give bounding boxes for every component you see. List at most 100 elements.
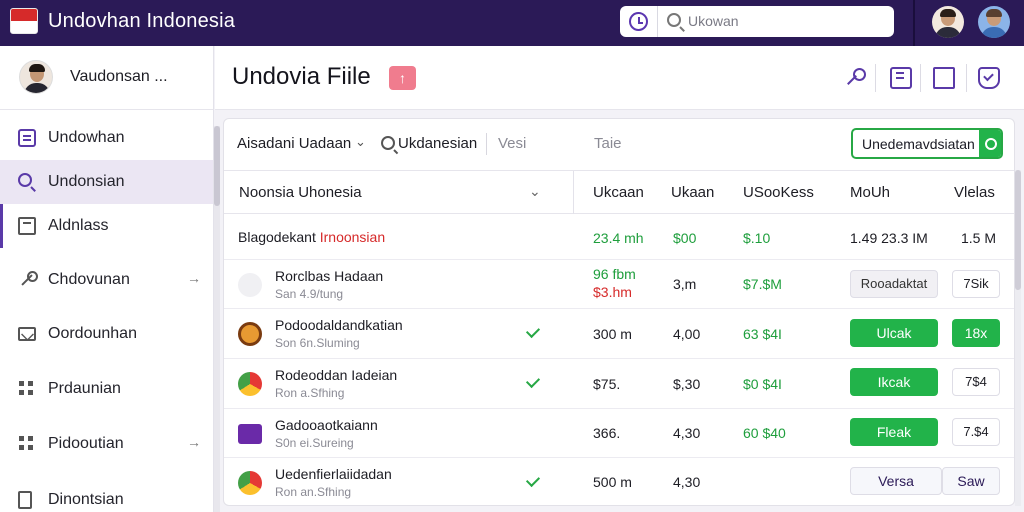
sidebar-item-aldnlass[interactable]: Aldnlass — [0, 204, 213, 248]
row-value: $0 $4I — [743, 376, 782, 392]
sidebar-item-undowhan[interactable]: Undowhan — [0, 116, 213, 160]
sidebar-scrollbar[interactable] — [214, 126, 220, 512]
sidebar-item-oordounhan[interactable]: Oordounhan — [0, 312, 213, 356]
row-value: 63 $4I — [743, 326, 782, 342]
sidebar-item-prdaunian[interactable]: Prdaunian — [0, 367, 213, 411]
list-icon — [18, 129, 36, 147]
sidebar-item-label: Dinontsian — [48, 491, 124, 508]
row-value: 300 m — [593, 326, 632, 342]
row-value: $3.hm — [593, 284, 632, 300]
app-title: Undovhan Indonesia — [48, 10, 236, 32]
header-divider — [920, 64, 921, 92]
page-header: Undovia Fiile ↑ — [215, 46, 1024, 110]
app-purple-icon — [238, 424, 262, 444]
summary-label-text: Blagodekant — [238, 229, 316, 245]
filter-divider — [486, 133, 487, 155]
secondary-avatar[interactable] — [978, 6, 1010, 38]
wrench-icon — [18, 271, 38, 289]
table-row[interactable]: Rodeoddan Iadeian Ron a.Sfhing $75. $,30… — [224, 359, 1014, 409]
sidebar-item-label: Undonsian — [48, 173, 125, 190]
table-row[interactable]: Gadooaotkaiann S0n ei.Sureing 366. 4,30 … — [224, 409, 1014, 458]
row-value: 4,30 — [673, 474, 701, 490]
row-value: 366. — [593, 425, 621, 441]
row-action-button[interactable]: Versa — [850, 467, 942, 495]
row-value: 3,m — [673, 276, 697, 292]
column-header[interactable]: USooKess — [743, 184, 814, 201]
user-name: Vaudonsan ... — [70, 68, 168, 85]
summary-value: $00 — [673, 230, 697, 246]
chevron-down-icon[interactable]: ⌄ — [355, 134, 366, 150]
column-divider — [573, 171, 574, 214]
summary-value: 23.4 mh — [593, 230, 644, 246]
sidebar-item-label: Chdovunan — [48, 271, 130, 288]
sidebar-item-chdovunan[interactable]: Chdovunan → — [0, 258, 213, 302]
row-value: $75. — [593, 376, 621, 392]
row-title: Rorclbas Hadaan — [275, 268, 384, 284]
table-header: Noonsia Uhonesia ⌄ Ukcaan Ukaan USooKess… — [224, 171, 1014, 214]
filter-search-input[interactable]: Ukdanesian — [398, 135, 477, 152]
clipboard-icon[interactable] — [890, 67, 912, 89]
sidebar-item-undonsian[interactable]: Undonsian — [0, 160, 213, 204]
column-header[interactable]: Vlelas — [954, 184, 995, 201]
document-icon — [18, 491, 32, 509]
main-panel: Aisadani Uadaan ⌄ Ukdanesian Vesi Taie U… — [223, 118, 1015, 506]
column-header[interactable]: Ukcaan — [593, 184, 644, 201]
search-box[interactable] — [620, 6, 894, 37]
filter-tale[interactable]: Taie — [594, 135, 622, 152]
filter-vers[interactable]: Vesi — [498, 135, 526, 152]
status-badge[interactable]: ↑ — [389, 66, 416, 90]
search-icon — [18, 173, 32, 187]
search-icon — [667, 13, 681, 27]
shield-check-icon[interactable] — [978, 67, 1000, 89]
row-secondary-button[interactable]: Saw — [942, 467, 1000, 495]
row-action-button[interactable]: Ulcak — [850, 319, 938, 347]
table-row[interactable]: Podoodaldandkatian Son 6n.Sluming 300 m … — [224, 309, 1014, 359]
app-chrome-icon — [238, 471, 262, 495]
column-header[interactable]: Noonsia Uhonesia — [239, 184, 362, 201]
row-action-button[interactable]: Fleak — [850, 418, 938, 446]
column-header[interactable]: Ukaan — [671, 184, 714, 201]
scrollbar-thumb[interactable] — [214, 126, 220, 206]
row-secondary-button[interactable]: 18x — [952, 319, 1000, 347]
row-title: Gadooaotkaiann — [275, 417, 378, 433]
app-grey-icon — [238, 273, 262, 297]
row-value: 4,00 — [673, 326, 701, 342]
summary-value: $.10 — [743, 230, 771, 246]
history-icon[interactable] — [629, 12, 648, 31]
column-header[interactable]: MoUh — [850, 184, 890, 201]
pin-icon[interactable] — [844, 67, 866, 89]
primary-action-button[interactable]: Unedemavdsiatan — [851, 128, 1003, 159]
page-title: Undovia Fiile — [232, 63, 371, 90]
table-summary-row[interactable]: Blagodekant Irnoonsian 23.4 mh $00 $.10 … — [224, 214, 1014, 260]
sidebar: Vaudonsan ... Undowhan Undonsian Aldnlas… — [0, 46, 214, 512]
sidebar-item-dinontsian[interactable]: Dinontsian — [0, 478, 213, 512]
row-secondary-button[interactable]: 7Sik — [952, 270, 1000, 298]
row-action-button[interactable]: Ikcak — [850, 368, 938, 396]
sidebar-item-label: Prdaunian — [48, 380, 121, 397]
window-icon[interactable] — [933, 67, 955, 89]
summary-value: 1.49 23.3 IM — [850, 230, 928, 246]
indonesia-flag-icon — [10, 8, 38, 34]
row-action-button[interactable]: Rooadaktat — [850, 270, 938, 298]
row-secondary-button[interactable]: 7$4 — [952, 368, 1000, 396]
search-input[interactable] — [688, 11, 884, 31]
sidebar-user[interactable]: Vaudonsan ... — [0, 46, 213, 110]
row-subtitle: S0n ei.Sureing — [275, 436, 354, 450]
sidebar-item-pidooutian[interactable]: Pidooutian → — [0, 422, 213, 466]
app-chrome-icon — [238, 372, 262, 396]
summary-label-highlight: Irnoonsian — [319, 229, 386, 245]
header-divider — [875, 64, 876, 92]
table-row[interactable]: Rorclbas Hadaan San 4.9/tung 96 fbm $3.h… — [224, 260, 1014, 309]
arrow-right-icon: → — [187, 434, 201, 450]
scrollbar-thumb[interactable] — [1015, 170, 1021, 290]
arrow-right-icon: → — [187, 270, 201, 286]
filter-select[interactable]: Aisadani Uadaan — [237, 135, 351, 152]
search-icon[interactable] — [979, 130, 1001, 157]
row-title: Uedenfierlaiidadan — [275, 466, 392, 482]
user-avatar-top[interactable] — [932, 6, 964, 38]
table-row[interactable]: Uedenfierlaiidadan Ron an.Sfhing 500 m 4… — [224, 458, 1014, 505]
row-subtitle: San 4.9/tung — [275, 287, 344, 301]
panel-scrollbar[interactable] — [1015, 170, 1021, 506]
row-secondary-button[interactable]: 7.$4 — [952, 418, 1000, 446]
sort-icon[interactable]: ⌄ — [529, 183, 541, 200]
